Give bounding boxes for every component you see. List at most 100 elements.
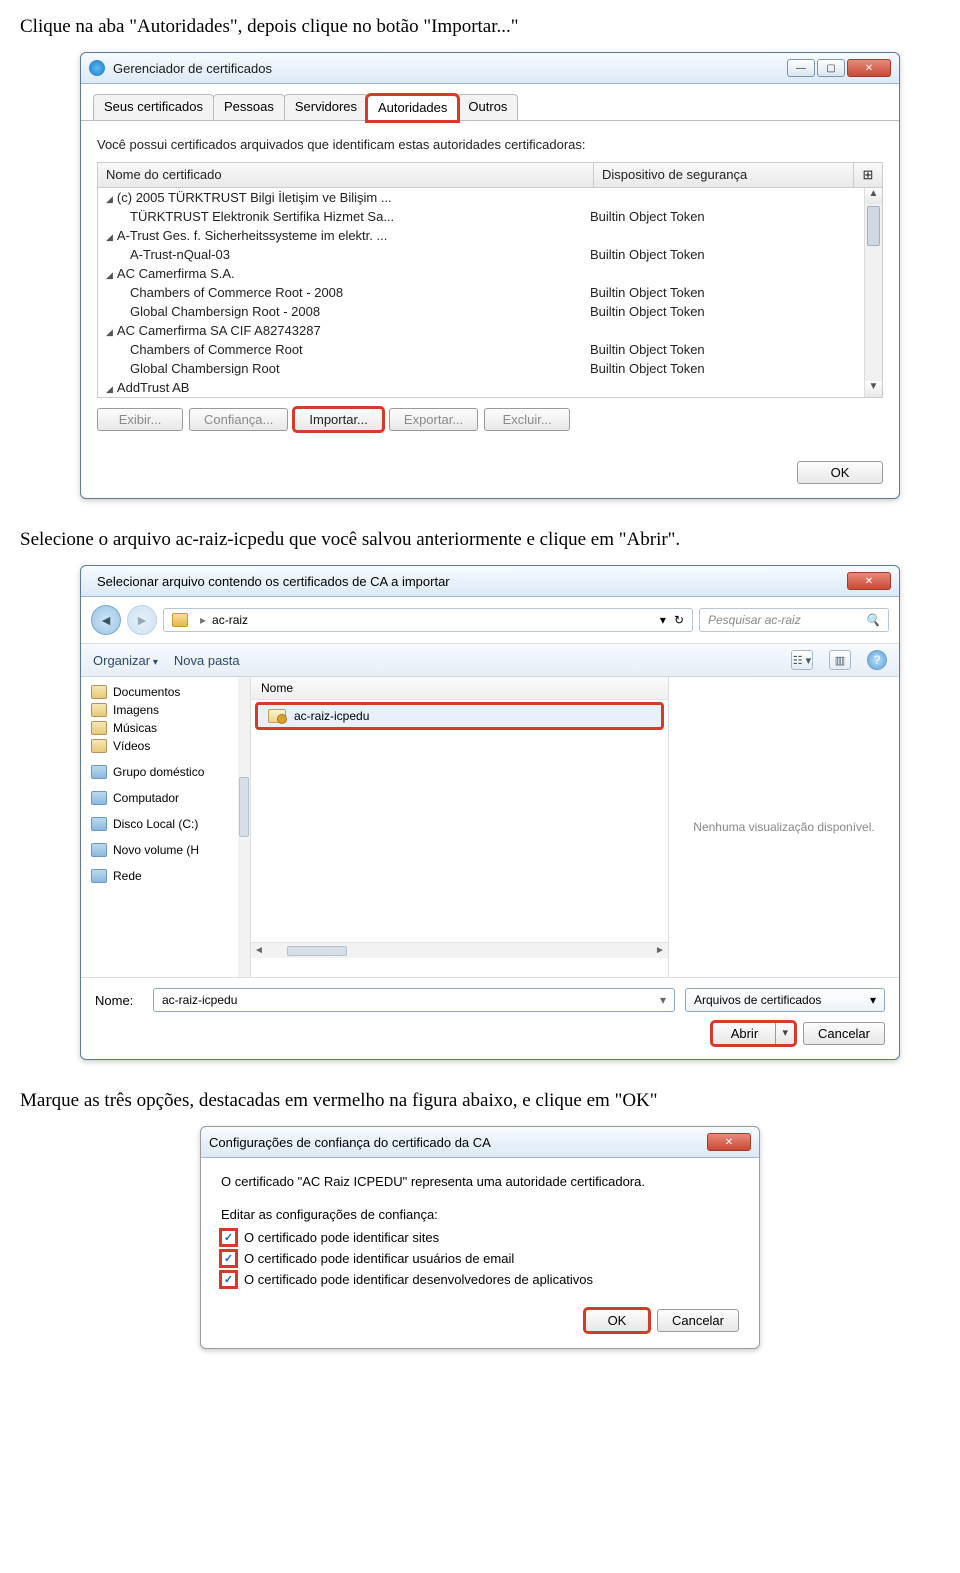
sidebar-item[interactable]: Documentos <box>85 683 246 701</box>
close-button[interactable]: ✕ <box>847 572 891 590</box>
instruction-3: Marque as três opções, destacadas em ver… <box>20 1090 940 1112</box>
table-row[interactable]: Chambers of Commerce RootBuiltin Object … <box>98 340 882 359</box>
folder-icon <box>91 843 107 857</box>
checkbox-label-email: O certificado pode identificar usuários … <box>244 1251 514 1266</box>
trust-intro: O certificado "AC Raiz ICPEDU" represent… <box>221 1174 739 1189</box>
sidebar[interactable]: DocumentosImagensMúsicasVídeos Grupo domé… <box>81 677 251 977</box>
edit-trust-label: Editar as configurações de confiança: <box>221 1207 739 1222</box>
folder-icon <box>91 739 107 753</box>
checkbox-label-apps: O certificado pode identificar desenvolv… <box>244 1272 593 1287</box>
scroll-thumb[interactable] <box>239 777 249 837</box>
ok-button[interactable]: OK <box>585 1309 649 1332</box>
tab-authorities[interactable]: Autoridades <box>367 95 458 121</box>
file-type-select[interactable]: Arquivos de certificados▾ <box>685 988 885 1012</box>
delete-button[interactable]: Excluir... <box>484 408 570 431</box>
maximize-button[interactable]: ▢ <box>817 59 845 77</box>
breadcrumb[interactable]: ▸ ac-raiz ▾ ↻ <box>163 608 693 632</box>
forward-button[interactable]: ► <box>127 605 157 635</box>
folder-icon <box>91 721 107 735</box>
view-options-icon[interactable]: ☷ ▾ <box>791 650 813 670</box>
refresh-icon[interactable]: ↻ <box>674 613 684 627</box>
view-button[interactable]: Exibir... <box>97 408 183 431</box>
sidebar-item[interactable]: Imagens <box>85 701 246 719</box>
table-row[interactable]: (c) 2005 TÜRKTRUST Bilgi İletişim ve Bil… <box>98 188 882 207</box>
table-row[interactable]: A-Trust Ges. f. Sicherheitssysteme im el… <box>98 226 882 245</box>
table-row[interactable]: AC Camerfirma SA CIF A82743287 <box>98 321 882 340</box>
cert-hint: Você possui certificados arquivados que … <box>97 137 883 152</box>
sidebar-item[interactable]: Músicas <box>85 719 246 737</box>
app-icon <box>89 60 105 76</box>
table-row[interactable]: AC Camerfirma S.A. <box>98 264 882 283</box>
open-button[interactable]: Abrir <box>712 1022 776 1045</box>
checkbox-identify-sites[interactable]: ✓ <box>221 1230 236 1245</box>
trust-titlebar[interactable]: Configurações de confiança do certificad… <box>201 1127 759 1158</box>
folder-icon <box>91 869 107 883</box>
export-button[interactable]: Exportar... <box>389 408 478 431</box>
sidebar-item[interactable]: Rede <box>85 867 246 885</box>
name-label: Nome: <box>95 993 143 1008</box>
table-row[interactable]: Global Chambersign Root - 2008Builtin Ob… <box>98 302 882 321</box>
preview-pane-icon[interactable]: ▥ <box>829 650 851 670</box>
scroll-thumb[interactable] <box>867 206 880 246</box>
checkbox-label-sites: O certificado pode identificar sites <box>244 1230 439 1245</box>
table-row[interactable]: TÜRKTRUST Elektronik Sertifika Hizmet Sa… <box>98 207 882 226</box>
col-device[interactable]: Dispositivo de segurança <box>594 163 854 187</box>
horizontal-scrollbar[interactable]: ◄ ► <box>251 942 668 958</box>
new-folder-button[interactable]: Nova pasta <box>174 653 240 668</box>
file-dialog-title: Selecionar arquivo contendo os certifica… <box>97 574 847 589</box>
sidebar-item[interactable]: Vídeos <box>85 737 246 755</box>
tab-servers[interactable]: Servidores <box>284 94 368 120</box>
trust-button[interactable]: Confiança... <box>189 408 288 431</box>
sidebar-item[interactable]: Novo volume (H <box>85 841 246 859</box>
folder-icon <box>91 703 107 717</box>
sidebar-item[interactable]: Disco Local (C:) <box>85 815 246 833</box>
certificate-icon <box>268 709 286 723</box>
table-row[interactable]: Chambers of Commerce Root - 2008Builtin … <box>98 283 882 302</box>
import-button[interactable]: Importar... <box>294 408 383 431</box>
instruction-1: Clique na aba "Autoridades", depois cliq… <box>20 16 940 38</box>
folder-icon <box>91 817 107 831</box>
minimize-button[interactable]: — <box>787 59 815 77</box>
open-dropdown[interactable]: ▾ <box>776 1022 795 1045</box>
tab-others[interactable]: Outros <box>457 94 518 120</box>
tab-people[interactable]: Pessoas <box>213 94 285 120</box>
cert-table: Nome do certificado Dispositivo de segur… <box>97 162 883 398</box>
breadcrumb-folder[interactable]: ac-raiz <box>212 613 248 627</box>
tabs: Seus certificados Pessoas Servidores Aut… <box>81 84 899 121</box>
cert-rows[interactable]: (c) 2005 TÜRKTRUST Bilgi İletişim ve Bil… <box>98 188 882 397</box>
trust-dialog-window: Configurações de confiança do certificad… <box>200 1126 760 1349</box>
back-button[interactable]: ◄ <box>91 605 121 635</box>
scroll-thumb[interactable] <box>287 946 347 956</box>
search-input[interactable]: Pesquisar ac-raiz 🔍 <box>699 608 889 632</box>
checkbox-identify-email[interactable]: ✓ <box>221 1251 236 1266</box>
close-button[interactable]: ✕ <box>707 1133 751 1151</box>
cancel-button[interactable]: Cancelar <box>803 1022 885 1045</box>
file-row-ac-raiz-icpedu[interactable]: ac-raiz-icpedu <box>257 704 662 728</box>
filename-input[interactable]: ac-raiz-icpedu▾ <box>153 988 675 1012</box>
close-button[interactable]: ✕ <box>847 59 891 77</box>
col-control[interactable]: ⊞ <box>854 163 882 187</box>
col-name[interactable]: Nome do certificado <box>98 163 594 187</box>
table-row[interactable]: AddTrust AB <box>98 378 882 397</box>
file-titlebar[interactable]: Selecionar arquivo contendo os certifica… <box>81 566 899 597</box>
titlebar[interactable]: Gerenciador de certificados — ▢ ✕ <box>81 53 899 84</box>
table-row[interactable]: A-Trust-nQual-03Builtin Object Token <box>98 245 882 264</box>
folder-icon <box>91 765 107 779</box>
file-name: ac-raiz-icpedu <box>294 709 369 723</box>
tab-your-certs[interactable]: Seus certificados <box>93 94 214 120</box>
sidebar-scrollbar[interactable] <box>238 677 250 977</box>
list-header-name[interactable]: Nome <box>251 677 668 700</box>
table-row[interactable]: Global Chambersign RootBuiltin Object To… <box>98 359 882 378</box>
cert-manager-window: Gerenciador de certificados — ▢ ✕ Seus c… <box>80 52 900 499</box>
scroll-down-icon[interactable]: ▼ <box>865 381 882 397</box>
sidebar-item[interactable]: Computador <box>85 789 246 807</box>
organize-menu[interactable]: Organizar <box>93 653 158 668</box>
ok-button[interactable]: OK <box>797 461 883 484</box>
help-icon[interactable]: ? <box>867 650 887 670</box>
cancel-button[interactable]: Cancelar <box>657 1309 739 1332</box>
vertical-scrollbar[interactable]: ▲ ▼ <box>864 188 882 397</box>
checkbox-identify-apps[interactable]: ✓ <box>221 1272 236 1287</box>
scroll-up-icon[interactable]: ▲ <box>865 188 882 204</box>
sidebar-item[interactable]: Grupo doméstico <box>85 763 246 781</box>
trust-title: Configurações de confiança do certificad… <box>209 1135 707 1150</box>
